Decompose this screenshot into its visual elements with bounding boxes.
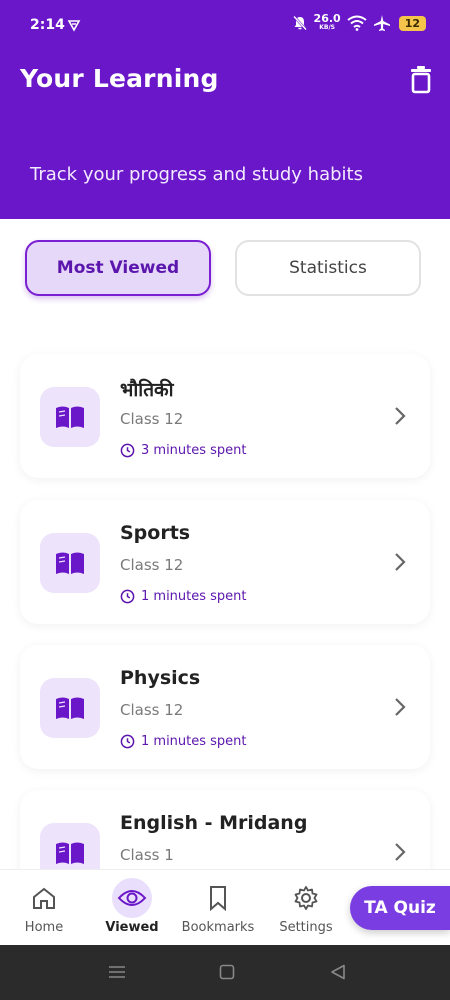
gear-icon <box>294 886 318 910</box>
chevron-right-icon <box>395 698 406 716</box>
subject-class: Class 12 <box>120 701 184 719</box>
battery-indicator: 12 <box>398 15 426 31</box>
back-icon[interactable] <box>330 964 346 980</box>
subject-name: Sports <box>120 522 191 544</box>
eye-icon <box>117 890 147 906</box>
nav-settings-label: Settings <box>279 920 333 935</box>
clock-icon <box>120 443 135 458</box>
clock-icon <box>120 589 135 604</box>
book-icon <box>56 842 84 864</box>
mute-icon <box>292 15 307 31</box>
ta-quiz-button[interactable]: TA Quiz <box>350 886 450 930</box>
nav-bookmarks-icon-wrap <box>198 878 238 918</box>
home-icon <box>33 887 55 909</box>
subject-class: Class 12 <box>120 410 184 428</box>
time-spent: 1 minutes spent <box>120 589 247 604</box>
nav-home-label: Home <box>24 920 64 935</box>
nav-settings[interactable]: Settings <box>266 878 346 935</box>
time-spent-label: 3 minutes spent <box>141 443 247 458</box>
status-time: 2:14 <box>30 17 65 33</box>
bookmark-icon <box>210 886 226 911</box>
tab-bar: Most Viewed Statistics <box>25 240 425 300</box>
network-speed: 26.0 KB/S <box>313 12 341 32</box>
nav-home-icon-wrap <box>24 878 64 918</box>
chevron-right-icon <box>395 407 406 425</box>
nav-settings-icon-wrap <box>286 878 326 918</box>
trash-icon[interactable] <box>408 66 434 94</box>
nav-home[interactable]: Home <box>4 878 84 935</box>
tab-statistics[interactable]: Statistics <box>235 240 421 296</box>
nav-bookmarks-label: Bookmarks <box>181 920 255 935</box>
chevron-right-icon <box>395 843 406 861</box>
time-spent-label: 1 minutes spent <box>141 734 247 749</box>
book-icon <box>56 406 84 428</box>
navigation-indicator-icon <box>67 20 81 32</box>
subject-icon-box <box>40 678 100 738</box>
time-spent-label: 1 minutes spent <box>141 589 247 604</box>
tab-most-viewed[interactable]: Most Viewed <box>25 240 211 296</box>
menu-icon[interactable] <box>108 965 126 979</box>
airplane-mode-icon <box>373 15 390 31</box>
network-speed-value: 26.0 <box>313 12 341 25</box>
list-item[interactable]: Physics Class 12 1 minutes spent <box>20 645 430 769</box>
home-square-icon[interactable] <box>219 964 235 980</box>
subject-class: Class 12 <box>120 556 184 574</box>
wifi-icon <box>347 15 367 31</box>
page-subtitle: Track your progress and study habits <box>30 164 363 185</box>
page-title: Your Learning <box>20 64 219 93</box>
chevron-right-icon <box>395 553 406 571</box>
nav-bookmarks[interactable]: Bookmarks <box>178 878 258 935</box>
network-speed-unit: KB/S <box>319 24 335 31</box>
subject-icon-box <box>40 533 100 593</box>
nav-viewed[interactable]: Viewed <box>92 878 172 935</box>
book-icon <box>56 552 84 574</box>
status-bar: 2:14 26.0 KB/S 12 <box>0 0 450 52</box>
status-right: 26.0 KB/S 12 <box>292 12 426 32</box>
list-item[interactable]: भौतिकी Class 12 3 minutes spent <box>20 354 430 478</box>
clock-icon <box>120 734 135 749</box>
subject-icon-box <box>40 387 100 447</box>
subject-class: Class 1 <box>120 846 174 864</box>
time-spent: 1 minutes spent <box>120 734 247 749</box>
nav-viewed-icon-wrap <box>112 878 152 918</box>
subject-name: Physics <box>120 667 201 689</box>
nav-viewed-label: Viewed <box>105 920 159 935</box>
system-navigation-bar <box>0 945 450 1000</box>
time-spent: 3 minutes spent <box>120 443 247 458</box>
subject-name: English - Mridang <box>120 812 308 834</box>
list-item[interactable]: Sports Class 12 1 minutes spent <box>20 500 430 624</box>
book-icon <box>56 697 84 719</box>
subject-name: भौतिकी <box>120 379 174 401</box>
